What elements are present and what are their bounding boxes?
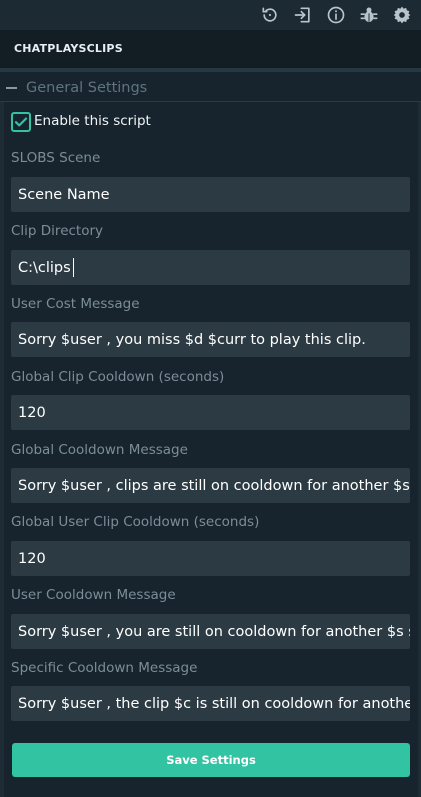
slobs-scene-field[interactable] — [11, 177, 410, 212]
global-user-clip-cooldown-label: Global User Clip Cooldown (seconds) — [11, 514, 260, 530]
check-icon — [14, 117, 28, 127]
enable-script-checkbox[interactable] — [11, 112, 31, 132]
global-clip-cooldown-label: Global Clip Cooldown (seconds) — [11, 369, 225, 385]
specific-cooldown-message-input[interactable] — [11, 686, 410, 721]
script-settings-window: CHATPLAYSCLIPS General Settings Enable t… — [0, 0, 421, 797]
user-cost-message-input[interactable] — [11, 322, 410, 357]
global-clip-cooldown-field[interactable] — [11, 395, 410, 430]
global-cooldown-message-field[interactable] — [11, 468, 410, 503]
user-cooldown-message-label: User Cooldown Message — [11, 587, 176, 603]
user-cost-message-field[interactable] — [11, 322, 410, 357]
clip-directory-label: Clip Directory — [11, 223, 104, 239]
save-settings-button[interactable]: Save Settings — [12, 743, 410, 777]
global-user-clip-cooldown-input[interactable] — [11, 541, 410, 576]
section-header-general-settings[interactable]: General Settings — [0, 74, 421, 102]
info-icon[interactable] — [325, 4, 347, 26]
global-clip-cooldown-input[interactable] — [11, 395, 410, 430]
specific-cooldown-message-field[interactable] — [11, 686, 410, 721]
title-divider — [0, 68, 421, 72]
title-bar: CHATPLAYSCLIPS — [0, 30, 421, 68]
slobs-scene-input[interactable] — [11, 177, 410, 212]
enable-script-label: Enable this script — [34, 113, 151, 129]
user-cooldown-message-input[interactable] — [11, 614, 410, 649]
user-cooldown-message-field[interactable] — [11, 614, 410, 649]
clip-directory-input[interactable] — [11, 250, 410, 285]
collapse-icon[interactable] — [6, 87, 17, 89]
import-icon[interactable] — [292, 4, 314, 26]
clip-directory-field[interactable] — [11, 250, 410, 285]
text-caret — [73, 258, 74, 277]
bug-icon[interactable] — [358, 4, 380, 26]
user-cost-message-label: User Cost Message — [11, 296, 140, 312]
slobs-scene-label: SLOBS Scene — [11, 150, 101, 166]
global-cooldown-message-label: Global Cooldown Message — [11, 442, 188, 458]
global-cooldown-message-input[interactable] — [11, 468, 410, 503]
reload-icon[interactable] — [259, 4, 281, 26]
specific-cooldown-message-label: Specific Cooldown Message — [11, 660, 198, 676]
toolbar — [0, 0, 421, 30]
section-title: General Settings — [26, 80, 148, 96]
gear-icon[interactable] — [391, 4, 413, 26]
global-user-clip-cooldown-field[interactable] — [11, 541, 410, 576]
script-title: CHATPLAYSCLIPS — [14, 42, 123, 55]
panel-left-edge — [0, 102, 4, 797]
